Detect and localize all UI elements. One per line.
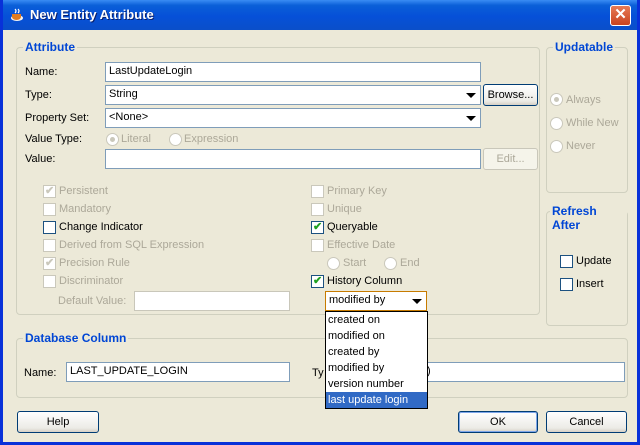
history-option[interactable]: modified on — [326, 328, 427, 344]
browse-button[interactable]: Browse... — [483, 84, 538, 106]
type-combo[interactable]: String — [105, 85, 481, 105]
check-icon: ✔ — [313, 275, 323, 287]
type-label: Type: — [25, 89, 52, 101]
dialog-window: New Entity Attribute ✕ Attribute Name: L… — [0, 0, 640, 445]
never-radio[interactable] — [550, 140, 563, 153]
end-label: End — [400, 257, 420, 269]
refresh-insert-checkbox[interactable] — [560, 278, 573, 291]
primary-key-label: Primary Key — [327, 185, 387, 197]
primary-key-checkbox[interactable] — [311, 185, 324, 198]
while-new-radio[interactable] — [550, 117, 563, 130]
value-label: Value: — [25, 153, 56, 165]
attribute-group-title: Attribute — [23, 40, 77, 54]
start-radio[interactable] — [327, 257, 340, 270]
chevron-down-icon — [466, 116, 476, 121]
history-column-checkbox[interactable]: ✔ — [311, 275, 324, 288]
column-type-input[interactable]: ) — [423, 362, 625, 382]
name-label: Name: — [25, 66, 58, 78]
close-button[interactable]: ✕ — [610, 5, 631, 26]
persistent-checkbox[interactable]: ✔ — [43, 185, 56, 198]
never-label: Never — [566, 140, 596, 152]
refresh-insert-label: Insert — [576, 278, 604, 290]
refresh-after-group: Refresh After — [546, 204, 628, 326]
start-label: Start — [343, 257, 367, 269]
change-indicator-checkbox[interactable] — [43, 221, 56, 234]
window-title: New Entity Attribute — [30, 7, 154, 22]
history-option[interactable]: created on — [326, 312, 427, 328]
default-value-input[interactable] — [134, 291, 290, 311]
always-radio[interactable] — [550, 93, 563, 106]
precision-rule-checkbox[interactable]: ✔ — [43, 257, 56, 270]
unique-checkbox[interactable] — [311, 203, 324, 216]
edit-button[interactable]: Edit... — [483, 148, 538, 170]
history-option[interactable]: created by — [326, 344, 427, 360]
coffee-cup-icon — [11, 8, 23, 21]
mandatory-checkbox[interactable] — [43, 203, 56, 216]
literal-label: Literal — [121, 133, 151, 145]
literal-radio[interactable] — [106, 133, 119, 146]
title-bar[interactable]: New Entity Attribute ✕ — [3, 0, 637, 30]
history-option[interactable]: version number — [326, 376, 427, 392]
derived-sql-label: Derived from SQL Expression — [59, 239, 205, 251]
default-value-label: Default Value: — [58, 295, 127, 307]
history-option[interactable]: modified by — [326, 360, 427, 376]
queryable-label: Queryable — [327, 221, 378, 233]
value-input[interactable] — [105, 149, 481, 169]
history-option[interactable]: last update login — [326, 392, 427, 408]
value-type-label: Value Type: — [25, 133, 83, 145]
property-set-combo[interactable]: <None> — [105, 108, 481, 128]
effective-date-label: Effective Date — [327, 239, 396, 251]
precision-rule-label: Precision Rule — [59, 257, 130, 269]
property-set-value: <None> — [109, 111, 149, 123]
history-column-dropdown-list: created on modified on created by modified … — [325, 311, 428, 409]
history-column-value: modified by — [329, 294, 386, 306]
property-set-label: Property Set: — [25, 112, 90, 124]
discriminator-label: Discriminator — [59, 275, 124, 287]
type-value: String — [109, 88, 138, 100]
queryable-checkbox[interactable]: ✔ — [311, 221, 324, 234]
database-column-group-title: Database Column — [23, 331, 129, 345]
help-button[interactable]: Help — [17, 411, 99, 433]
cancel-button[interactable]: Cancel — [546, 411, 627, 433]
name-input[interactable]: LastUpdateLogin — [105, 62, 481, 82]
persistent-label: Persistent — [59, 185, 108, 197]
always-label: Always — [566, 94, 601, 106]
check-icon: ✔ — [313, 221, 323, 233]
chevron-down-icon — [466, 93, 476, 98]
mandatory-label: Mandatory — [59, 203, 111, 215]
refresh-update-label: Update — [576, 255, 612, 267]
refresh-update-checkbox[interactable] — [560, 255, 573, 268]
close-icon: ✕ — [614, 6, 627, 23]
discriminator-checkbox[interactable] — [43, 275, 56, 288]
ok-button[interactable]: OK — [458, 411, 538, 433]
unique-label: Unique — [327, 203, 362, 215]
refresh-after-group-title: Refresh After — [550, 204, 627, 232]
while-new-label: While New — [566, 117, 619, 129]
updatable-group-title: Updatable — [553, 40, 616, 54]
column-name-input[interactable]: LAST_UPDATE_LOGIN — [66, 362, 290, 382]
radio-dot — [554, 97, 559, 102]
expression-label: Expression — [184, 133, 239, 145]
history-column-label: History Column — [327, 275, 403, 287]
column-type-label: Ty — [312, 367, 324, 379]
effective-date-checkbox[interactable] — [311, 239, 324, 252]
end-radio[interactable] — [384, 257, 397, 270]
change-indicator-label: Change Indicator — [59, 221, 143, 233]
history-column-combo[interactable]: modified by — [325, 291, 427, 311]
chevron-down-icon — [412, 299, 422, 304]
expression-radio[interactable] — [169, 133, 182, 146]
column-name-label: Name: — [24, 367, 57, 379]
radio-dot — [110, 137, 115, 142]
derived-sql-checkbox[interactable] — [43, 239, 56, 252]
check-icon: ✔ — [45, 257, 55, 269]
check-icon: ✔ — [45, 185, 55, 197]
